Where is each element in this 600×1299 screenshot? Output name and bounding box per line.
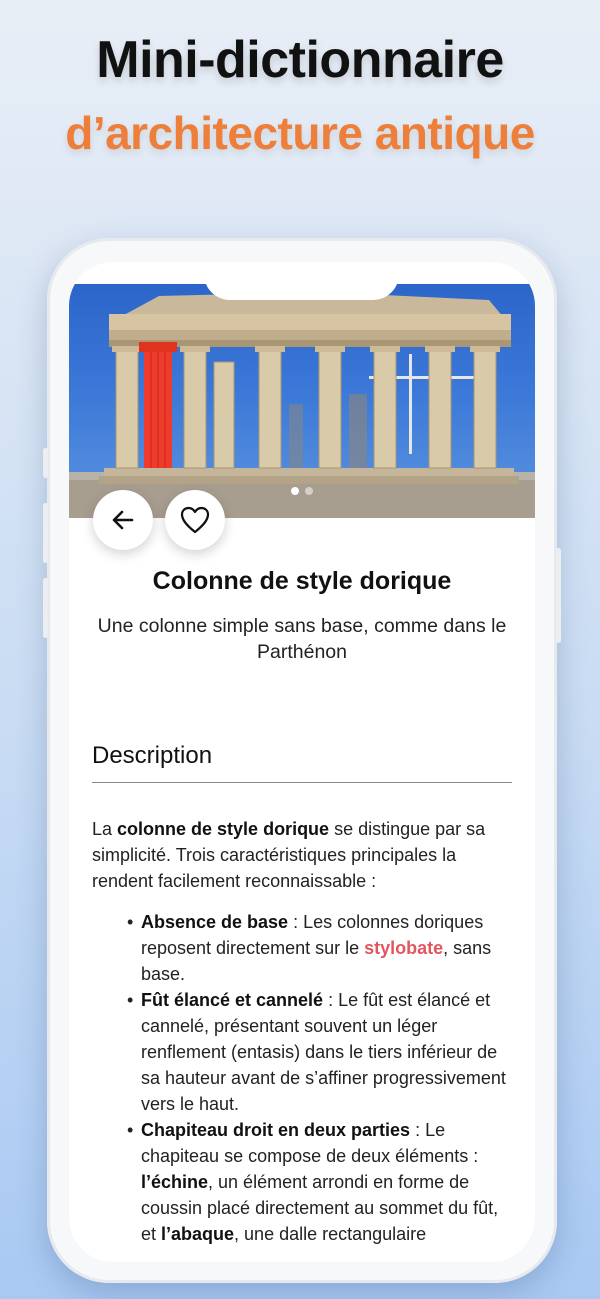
entry-subtitle: Une colonne simple sans base, comme dans… <box>97 615 507 663</box>
item-term: Fût élancé et cannelé <box>141 990 324 1010</box>
description-intro: La colonne de style dorique se distingue… <box>92 819 486 891</box>
phone-volume-up <box>43 503 48 563</box>
favorite-button[interactable] <box>165 490 225 550</box>
entry-title: Colonne de style dorique <box>152 567 452 595</box>
back-button[interactable] <box>93 490 153 550</box>
intro-term: colonne de style dorique <box>117 819 330 839</box>
phone-frame: Colonne de style dorique Une colonne sim… <box>43 238 561 1283</box>
description-heading: Description <box>92 742 213 769</box>
section-divider <box>92 782 512 783</box>
item-term: Absence de base <box>141 912 289 932</box>
notch <box>204 262 399 300</box>
app-screen: Colonne de style dorique Une colonne sim… <box>69 262 535 1262</box>
promo-subtitle: d’architecture antique <box>65 107 535 159</box>
heart-outline-icon <box>180 506 210 534</box>
pagination-dot[interactable] <box>291 487 299 495</box>
arrow-left-icon <box>112 510 134 530</box>
list-item: Fût élancé et cannelé : Le fût est élanc… <box>127 987 513 1117</box>
promo-title: Mini-dictionnaire <box>96 31 504 89</box>
echine-term: l’échine <box>141 1172 209 1192</box>
phone-power-button <box>556 548 561 643</box>
list-item: Absence de base : Les colonnes doriques … <box>127 909 513 987</box>
pagination-dot[interactable] <box>305 487 313 495</box>
stylobate-link[interactable]: stylobate <box>364 938 443 958</box>
item-term: Chapiteau droit en deux parties <box>141 1120 411 1140</box>
phone-volume-down <box>43 578 48 638</box>
characteristics-list: Absence de base : Les colonnes doriques … <box>127 909 513 1247</box>
hero-image <box>69 284 535 518</box>
list-item: Chapiteau droit en deux parties : Le cha… <box>127 1117 513 1247</box>
abaque-term: l’abaque <box>161 1224 235 1244</box>
phone-mute-switch <box>43 448 48 478</box>
